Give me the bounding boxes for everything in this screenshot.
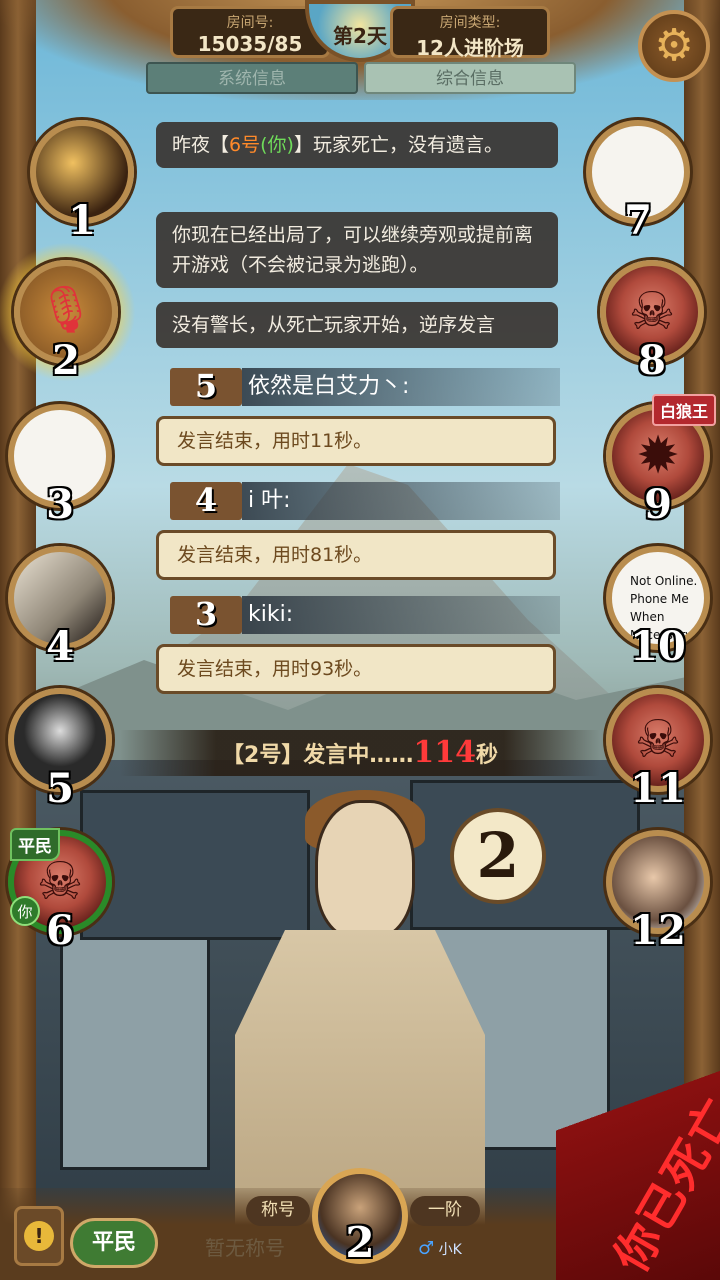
player-number: 6: [46, 907, 74, 954]
player-1[interactable]: 1: [30, 120, 134, 244]
countdown-seconds: 114: [413, 735, 476, 770]
current-speaker-number: 2: [476, 819, 520, 892]
msg-text: 昨夜【: [172, 134, 230, 156]
speaker-name: 依然是白艾力丶:: [242, 368, 560, 406]
room-id-value: 15035/85: [197, 32, 303, 56]
role-tag: 平民: [10, 828, 60, 861]
player-number: 5: [46, 765, 74, 812]
male-icon: ♂: [418, 1238, 435, 1259]
alert-icon: !: [24, 1221, 54, 1251]
speaker-header: 4 i 叶:: [170, 482, 560, 520]
player-number: 3: [46, 481, 74, 528]
player-8[interactable]: ☠ 8: [600, 260, 704, 384]
player-number: 8: [638, 337, 666, 384]
player-4[interactable]: 4: [8, 546, 112, 670]
player-number: 12: [630, 907, 686, 954]
player-7[interactable]: 7: [586, 120, 690, 244]
title-value: 暂无称号: [205, 1236, 285, 1260]
speaker-number: 5: [170, 368, 242, 406]
speech-end-message: 发言结束，用时11秒。: [156, 416, 556, 466]
self-player-number: 2: [345, 1218, 375, 1267]
player-6[interactable]: ☠ 平民 你 6: [8, 828, 112, 954]
player-2[interactable]: 🎙 2: [0, 242, 136, 384]
tab-system-info[interactable]: 系统信息: [146, 62, 358, 94]
self-name: ♂ 小K: [418, 1238, 462, 1259]
speech-end-message: 发言结束，用时93秒。: [156, 644, 556, 694]
dead-stamp: 你已死亡: [556, 1040, 720, 1280]
countdown-prefix: 【2号】发言中……: [222, 743, 414, 768]
player-number: 9: [644, 481, 672, 528]
player-number: 2: [52, 337, 80, 384]
room-type-label: 房间类型:: [439, 15, 501, 31]
self-name-text: 小K: [438, 1242, 462, 1258]
msg-text: 你现在已经出局了，可以继续旁观或提前离开游戏（不会被记录为逃跑）。: [172, 224, 534, 276]
microphone-icon: 🎙: [36, 281, 96, 336]
skull-icon: ☠: [36, 852, 84, 912]
player-3[interactable]: 3: [8, 404, 112, 528]
skull-icon: ✹: [636, 426, 680, 486]
report-button[interactable]: !: [14, 1206, 64, 1266]
dead-stamp-text: 你已死亡: [603, 1087, 720, 1280]
player-number: 4: [46, 623, 74, 670]
white-wolf-king-tag: 白狼王: [651, 394, 716, 426]
speech-end-message: 发言结束，用时81秒。: [156, 530, 556, 580]
player-10[interactable]: Not Online. Phone Me When Necessary. 10: [606, 546, 710, 670]
player-11[interactable]: ☠ 11: [606, 688, 710, 812]
msg-text: 】玩家死亡，没有遗言。: [293, 134, 503, 156]
current-speaker-bubble: 2: [450, 808, 546, 904]
message-tabs: 系统信息 综合信息: [146, 62, 576, 94]
player-5[interactable]: 5: [8, 688, 112, 812]
speaker-header: 5 依然是白艾力丶:: [170, 368, 560, 406]
day-label: 第2天: [333, 24, 387, 48]
system-message-death: 昨夜【6号(你)】玩家死亡，没有遗言。: [156, 122, 558, 168]
speaker-header: 3 kiki:: [170, 596, 560, 634]
room-type-value: 12人进阶场: [416, 36, 524, 60]
system-message-out: 你现在已经出局了，可以继续旁观或提前离开游戏（不会被记录为逃跑）。: [156, 212, 558, 288]
msg-text: 没有警长，从死亡玩家开始，逆序发言: [172, 314, 496, 336]
player-number: 10: [630, 623, 686, 670]
skull-icon: ☠: [634, 710, 682, 770]
gear-icon: ⚙: [654, 20, 694, 71]
system-message-order: 没有警长，从死亡玩家开始，逆序发言: [156, 302, 558, 348]
speaker-name: kiki:: [242, 596, 560, 634]
player-number: 7: [624, 197, 652, 244]
speaker-name: i 叶:: [242, 482, 560, 520]
room-id-label: 房间号:: [226, 15, 274, 31]
rank-label: 一阶: [410, 1196, 480, 1226]
skull-icon: ☠: [628, 282, 676, 342]
title-label: 称号: [246, 1196, 310, 1226]
msg-you-highlight: (你): [260, 134, 294, 156]
countdown-suffix: 秒: [475, 743, 498, 768]
character-head: [315, 800, 415, 940]
room-type-panel: 房间类型: 12人进阶场: [390, 6, 550, 60]
settings-button[interactable]: ⚙: [638, 10, 710, 82]
msg-player-highlight: 6号: [229, 134, 261, 156]
player-12[interactable]: 12: [606, 830, 710, 954]
tab-all-info[interactable]: 综合信息: [364, 62, 576, 94]
speaker-number: 3: [170, 596, 242, 634]
player-9[interactable]: ✹ 白狼王 9: [606, 394, 716, 528]
speaker-number: 4: [170, 482, 242, 520]
player-number: 1: [68, 197, 96, 244]
player-number: 11: [630, 765, 686, 812]
role-button[interactable]: 平民: [70, 1218, 158, 1268]
speaking-countdown: 【2号】发言中……114秒: [120, 730, 600, 776]
